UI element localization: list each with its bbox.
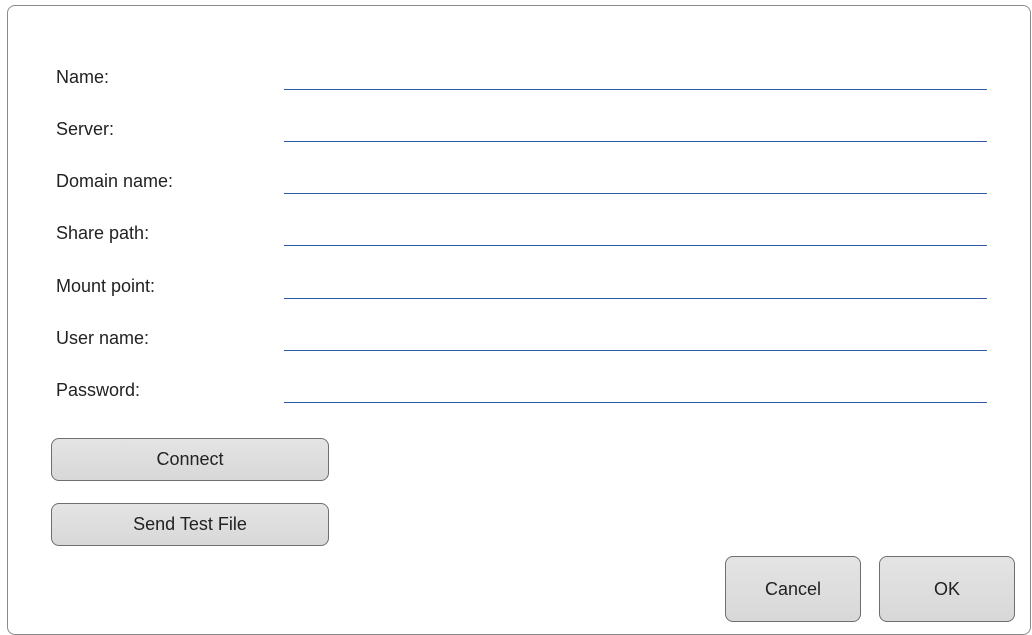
cancel-button[interactable]: Cancel xyxy=(725,556,861,622)
mount-point-label: Mount point: xyxy=(56,276,156,296)
user-name-row: User name: xyxy=(56,315,991,355)
ok-button[interactable]: OK xyxy=(879,556,1015,622)
domain-name-input[interactable] xyxy=(284,164,987,194)
server-row: Server: xyxy=(56,106,991,146)
server-input[interactable] xyxy=(284,112,987,142)
password-input[interactable] xyxy=(284,373,987,403)
connect-button[interactable]: Connect xyxy=(51,438,329,481)
network-share-dialog: Name: Server: Domain name: Share path: M… xyxy=(7,5,1031,635)
send-test-file-button[interactable]: Send Test File xyxy=(51,503,329,546)
share-path-input[interactable] xyxy=(284,216,987,246)
mount-point-input[interactable] xyxy=(284,269,987,299)
password-label: Password: xyxy=(56,380,141,400)
password-row: Password: xyxy=(56,367,991,407)
name-input[interactable] xyxy=(284,60,987,90)
name-row: Name: xyxy=(56,54,991,94)
name-label: Name: xyxy=(56,67,110,87)
mount-point-row: Mount point: xyxy=(56,263,991,303)
user-name-label: User name: xyxy=(56,328,150,348)
share-path-row: Share path: xyxy=(56,210,991,250)
domain-name-label: Domain name: xyxy=(56,171,174,191)
user-name-input[interactable] xyxy=(284,321,987,351)
share-path-label: Share path: xyxy=(56,223,150,243)
domain-name-row: Domain name: xyxy=(56,158,991,198)
server-label: Server: xyxy=(56,119,115,139)
